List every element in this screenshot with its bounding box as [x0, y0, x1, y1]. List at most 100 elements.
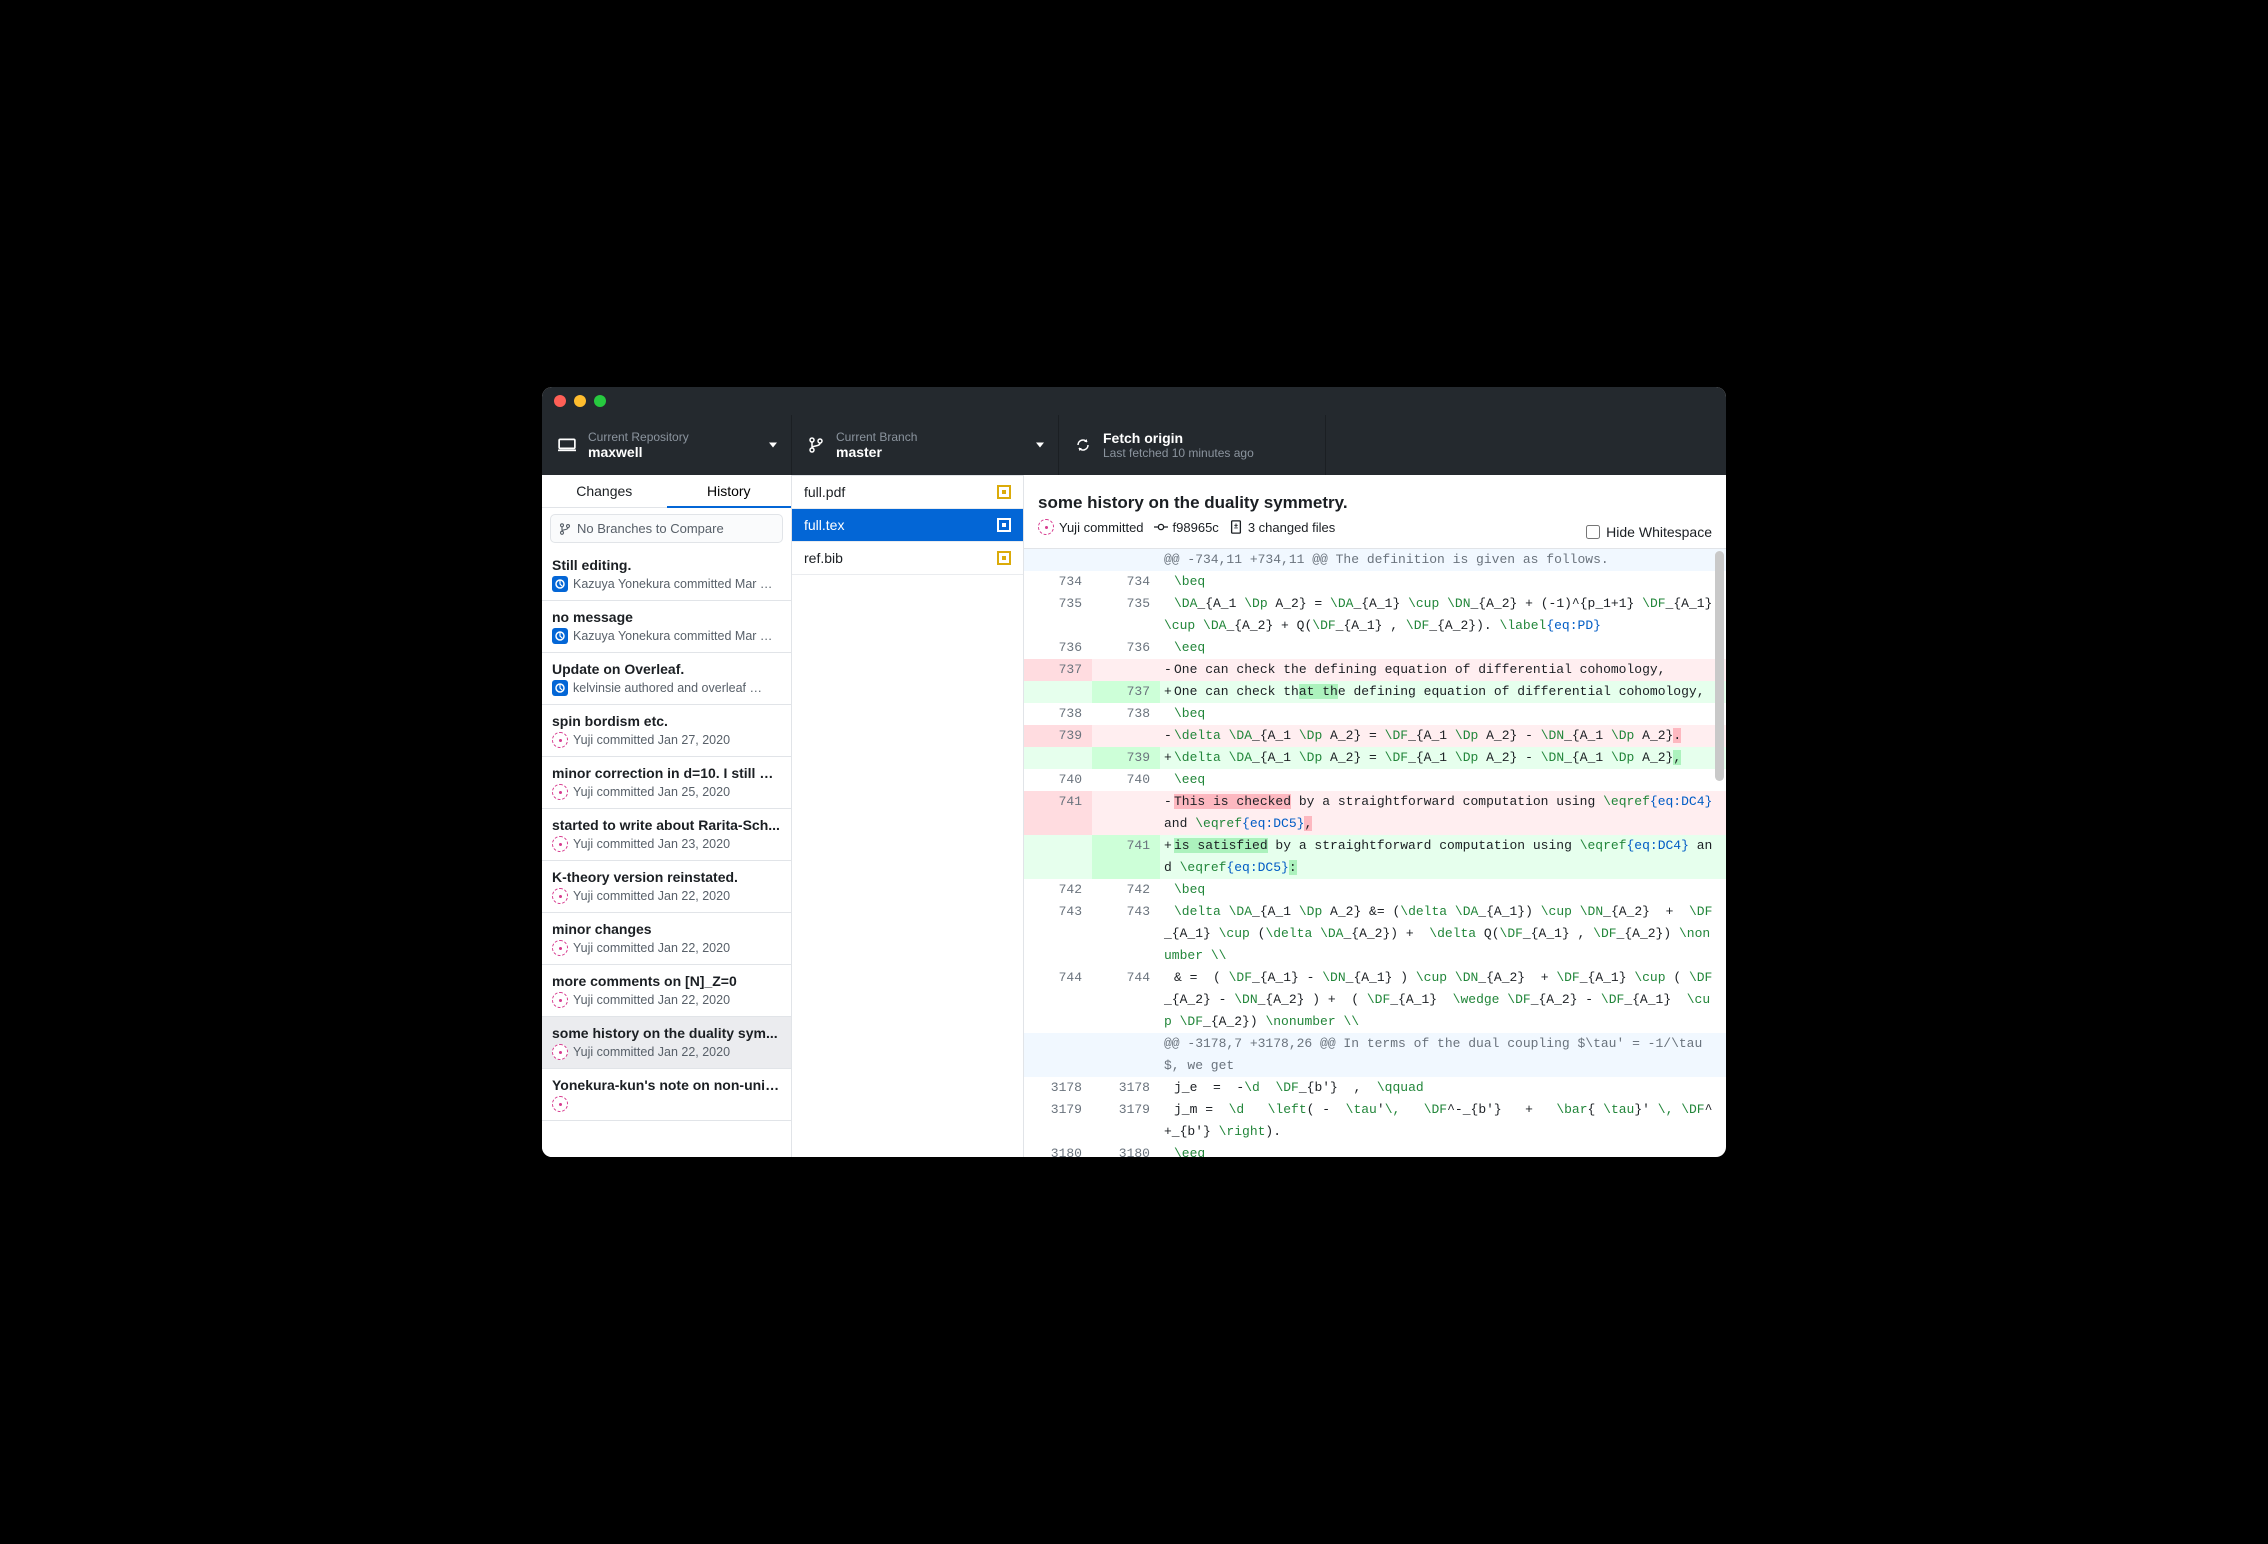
diff-panel: some history on the duality symmetry. Yu… [1024, 475, 1726, 1157]
diff-view[interactable]: @@ -734,11 +734,11 @@ The definition is … [1024, 549, 1726, 1157]
commit-item[interactable]: Yonekura-kun's note on non-unit... [542, 1069, 791, 1121]
sync-icon [1075, 437, 1091, 453]
commit-item[interactable]: no message Kazuya Yonekura committed Mar … [542, 601, 791, 653]
avatar [552, 836, 568, 852]
fetch-status: Last fetched 10 minutes ago [1103, 446, 1254, 460]
commit-item[interactable]: minor changesYuji committed Jan 22, 2020 [542, 913, 791, 965]
hide-whitespace-toggle[interactable]: Hide Whitespace [1586, 524, 1712, 540]
computer-icon [558, 436, 576, 454]
commit-item-meta: Yuji committed Jan 22, 2020 [552, 992, 781, 1008]
close-icon[interactable] [554, 395, 566, 407]
commit-item[interactable]: started to write about Rarita-Sch... Yuji… [542, 809, 791, 861]
file-list-panel: full.pdf full.tex ref.bib [792, 475, 1024, 1157]
commit-item-title: started to write about Rarita-Sch... [552, 817, 781, 833]
avatar [552, 680, 568, 696]
file-item[interactable]: ref.bib [792, 542, 1023, 575]
app-window: Current Repository maxwell Current Branc… [542, 387, 1726, 1157]
diff-hunk-header: @@ -734,11 +734,11 @@ The definition is … [1024, 549, 1726, 571]
commit-item-meta: Yuji committed Jan 22, 2020 [552, 940, 781, 956]
diff-line: 734734 \beq [1024, 571, 1726, 593]
minimize-icon[interactable] [574, 395, 586, 407]
repo-selector[interactable]: Current Repository maxwell [542, 415, 792, 475]
tab-changes[interactable]: Changes [542, 475, 667, 508]
commit-item-meta: Kazuya Yonekura committed Mar … [552, 628, 781, 644]
diff-line: 739-\delta \DA_{A_1 \Dp A_2} = \DF_{A_1 … [1024, 725, 1726, 747]
diff-line: 742742 \beq [1024, 879, 1726, 901]
file-item[interactable]: full.pdf [792, 476, 1023, 509]
file-name: ref.bib [804, 550, 843, 566]
commit-item-meta: Yuji committed Jan 22, 2020 [552, 1044, 781, 1060]
modified-icon [997, 518, 1011, 532]
avatar [552, 940, 568, 956]
file-name: full.pdf [804, 484, 845, 500]
avatar [552, 1096, 568, 1112]
chevron-down-icon [1036, 443, 1044, 448]
branch-value: master [836, 444, 917, 460]
avatar [552, 628, 568, 644]
avatar [552, 576, 568, 592]
commit-author: Yuji committed [1059, 520, 1144, 535]
diff-line: 735735 \DA_{A_1 \Dp A_2} = \DA_{A_1} \cu… [1024, 593, 1726, 637]
commit-item[interactable]: K-theory version reinstated. Yuji committ… [542, 861, 791, 913]
modified-icon [997, 551, 1011, 565]
file-item[interactable]: full.tex [792, 509, 1023, 542]
commit-item-meta [552, 1096, 781, 1112]
chevron-down-icon [769, 443, 777, 448]
commit-item[interactable]: some history on the duality sym...Yuji c… [542, 1017, 791, 1069]
diff-hunk-header: @@ -3178,7 +3178,26 @@ In terms of the d… [1024, 1033, 1726, 1077]
compare-branches[interactable]: No Branches to Compare [550, 514, 783, 543]
commit-item-title: K-theory version reinstated. [552, 869, 781, 885]
branch-label: Current Branch [836, 430, 917, 444]
commit-item-meta: Kazuya Yonekura committed Mar … [552, 576, 781, 592]
sidebar-tabs: Changes History [542, 475, 791, 508]
commit-item-title: no message [552, 609, 781, 625]
repo-label: Current Repository [588, 430, 689, 444]
file-name: full.tex [804, 517, 844, 533]
commit-item-title: Yonekura-kun's note on non-unit... [552, 1077, 781, 1093]
commit-item-meta: Yuji committed Jan 27, 2020 [552, 732, 781, 748]
commit-item[interactable]: Update on Overleaf. kelvinsie authored an… [542, 653, 791, 705]
commit-item-meta: kelvinsie authored and overleaf … [552, 680, 781, 696]
branch-icon [808, 436, 824, 454]
commit-item-title: more comments on [N]_Z=0 [552, 973, 781, 989]
commit-item[interactable]: minor correction in d=10. I still do... Y… [542, 757, 791, 809]
diff-line: 736736 \eeq [1024, 637, 1726, 659]
repo-value: maxwell [588, 444, 689, 460]
commit-sha: f98965c [1173, 520, 1219, 535]
toolbar: Current Repository maxwell Current Branc… [542, 415, 1726, 475]
compare-label: No Branches to Compare [577, 521, 724, 536]
commit-item[interactable]: more comments on [N]_Z=0 Yuji committed J… [542, 965, 791, 1017]
commit-item-title: Update on Overleaf. [552, 661, 781, 677]
diff-line: 744744 & = ( \DF_{A_1} - \DN_{A_1} ) \cu… [1024, 967, 1726, 1033]
commit-item[interactable]: Still editing.Kazuya Yonekura committed … [542, 549, 791, 601]
commit-item-title: spin bordism etc. [552, 713, 781, 729]
titlebar [542, 387, 1726, 415]
diff-line: 741+is satisfied by a straightforward co… [1024, 835, 1726, 879]
avatar [552, 992, 568, 1008]
commit-item[interactable]: spin bordism etc. Yuji committed Jan 27, … [542, 705, 791, 757]
scrollbar[interactable] [1715, 551, 1724, 781]
commit-list[interactable]: Still editing.Kazuya Yonekura committed … [542, 549, 791, 1157]
maximize-icon[interactable] [594, 395, 606, 407]
sidebar: Changes History No Branches to Compare S… [542, 475, 792, 1157]
commit-item-meta: Yuji committed Jan 22, 2020 [552, 888, 781, 904]
commit-item-meta: Yuji committed Jan 23, 2020 [552, 836, 781, 852]
branch-icon [559, 522, 571, 536]
avatar [1038, 519, 1054, 535]
fetch-label: Fetch origin [1103, 430, 1254, 446]
avatar [552, 1044, 568, 1060]
diff-line: 741-This is checked by a straightforward… [1024, 791, 1726, 835]
avatar [552, 784, 568, 800]
diff-line: 740740 \eeq [1024, 769, 1726, 791]
commit-item-meta: Yuji committed Jan 25, 2020 [552, 784, 781, 800]
diff-header: some history on the duality symmetry. Yu… [1024, 475, 1726, 549]
commit-item-title: minor correction in d=10. I still do... [552, 765, 781, 781]
changed-files-count: 3 changed files [1248, 520, 1335, 535]
commit-title: some history on the duality symmetry. [1038, 493, 1348, 513]
diff-line: 31783178 j_e = -\d \DF_{b'} , \qquad [1024, 1077, 1726, 1099]
hide-whitespace-checkbox[interactable] [1586, 525, 1600, 539]
branch-selector[interactable]: Current Branch master [792, 415, 1059, 475]
diff-line: 31803180 \eeq [1024, 1143, 1726, 1157]
fetch-button[interactable]: Fetch origin Last fetched 10 minutes ago [1059, 415, 1326, 475]
tab-history[interactable]: History [667, 475, 792, 508]
